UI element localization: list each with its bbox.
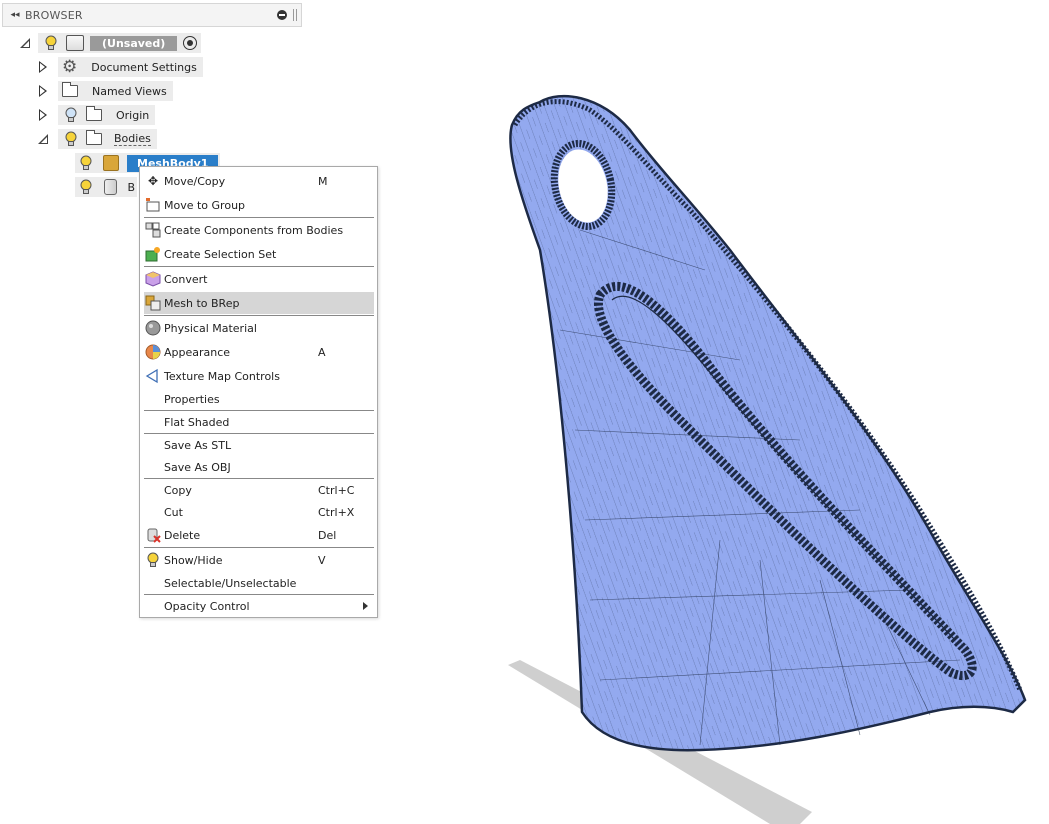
menu-label: Move/Copy [164, 174, 226, 188]
menu-item-move-to-group[interactable]: Move to Group [144, 194, 374, 216]
menu-label: Mesh to BRep [164, 296, 240, 310]
menu-label: Appearance [164, 345, 231, 359]
menu-item-appearance[interactable]: Appearance A [144, 341, 374, 363]
menu-shortcut: Ctrl+X [318, 505, 355, 519]
menu-label: Opacity Control [164, 599, 250, 613]
context-menu: ✥ Move/Copy M Move to Group Create Compo… [139, 166, 378, 618]
menu-separator [144, 315, 374, 316]
menu-item-texture-map-controls[interactable]: Texture Map Controls [144, 365, 374, 387]
move-arrows-icon: ✥ [147, 174, 159, 188]
mesh-to-brep-icon [144, 294, 162, 312]
menu-item-mesh-to-brep[interactable]: Mesh to BRep [144, 292, 374, 314]
menu-item-copy[interactable]: Copy Ctrl+C [144, 479, 374, 501]
menu-item-flat-shaded[interactable]: Flat Shaded [144, 411, 374, 433]
lightbulb-icon [144, 551, 162, 569]
menu-label: Show/Hide [164, 553, 223, 567]
menu-item-opacity-control[interactable]: Opacity Control [144, 595, 374, 617]
appearance-sphere-icon [144, 343, 162, 361]
selection-set-icon [144, 245, 162, 263]
menu-shortcut: M [318, 174, 328, 188]
components-icon [144, 221, 162, 239]
menu-label: Convert [164, 272, 208, 286]
menu-separator [144, 266, 374, 267]
menu-item-save-as-stl[interactable]: Save As STL [144, 434, 374, 456]
menu-shortcut: Ctrl+C [318, 483, 355, 497]
menu-label: Physical Material [164, 321, 257, 335]
submenu-arrow-icon [363, 602, 368, 610]
menu-item-selectable[interactable]: Selectable/Unselectable [144, 572, 374, 594]
menu-item-convert[interactable]: Convert [144, 268, 374, 290]
menu-label: Selectable/Unselectable [164, 576, 297, 590]
menu-shortcut: Del [318, 528, 337, 542]
menu-label: Cut [164, 505, 183, 519]
menu-label: Create Selection Set [164, 247, 277, 261]
menu-label: Copy [164, 483, 192, 497]
menu-label: Flat Shaded [164, 415, 230, 429]
texture-map-icon [144, 367, 162, 385]
menu-item-delete[interactable]: Delete Del [144, 524, 374, 546]
menu-label: Save As STL [164, 438, 232, 452]
move-group-icon [144, 196, 162, 214]
menu-separator [144, 547, 374, 548]
material-sphere-icon [144, 319, 162, 337]
menu-label: Texture Map Controls [164, 369, 280, 383]
menu-item-move-copy[interactable]: ✥ Move/Copy M [144, 170, 374, 192]
menu-label: Save As OBJ [164, 460, 231, 474]
menu-label: Move to Group [164, 198, 246, 212]
menu-label: Properties [164, 392, 220, 406]
menu-shortcut: V [318, 553, 326, 567]
menu-item-show-hide[interactable]: Show/Hide V [144, 549, 374, 571]
convert-cube-icon [144, 270, 162, 288]
menu-shortcut: A [318, 345, 326, 359]
menu-label: Create Components from Bodies [164, 223, 344, 237]
menu-item-properties[interactable]: Properties [144, 388, 374, 410]
menu-item-physical-material[interactable]: Physical Material [144, 317, 374, 339]
menu-label: Delete [164, 528, 201, 542]
menu-separator [144, 217, 374, 218]
menu-item-cut[interactable]: Cut Ctrl+X [144, 501, 374, 523]
menu-item-save-as-obj[interactable]: Save As OBJ [144, 456, 374, 478]
menu-item-create-components[interactable]: Create Components from Bodies [144, 219, 374, 241]
delete-icon [144, 526, 162, 544]
menu-item-create-selection-set[interactable]: Create Selection Set [144, 243, 374, 265]
